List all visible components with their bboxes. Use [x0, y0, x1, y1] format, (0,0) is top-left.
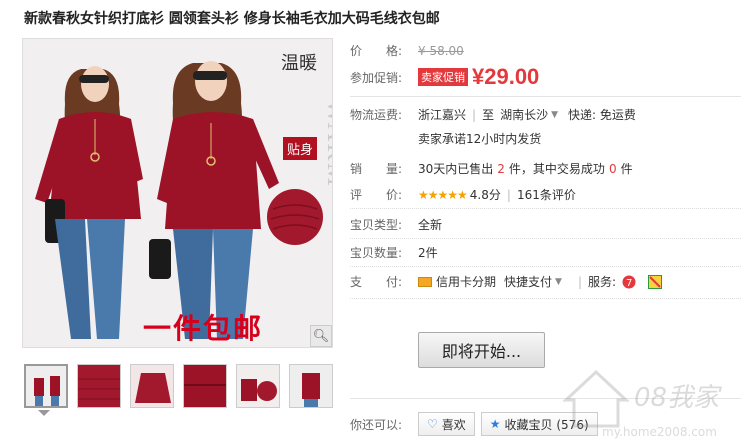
express-fee: 快递: 免运费 — [568, 108, 636, 122]
star-icon: ★ — [489, 417, 501, 431]
zoom-icon[interactable]: 🔍︎ — [310, 325, 332, 347]
thumbnail-1[interactable] — [24, 364, 68, 408]
seller-promo-tag: 卖家促销 — [418, 68, 468, 86]
thumbnail-3[interactable] — [130, 364, 174, 408]
sales-success-count: 0 — [608, 161, 617, 176]
price-row: 价 格: ¥ 58.00 — [350, 42, 464, 59]
badge-fit-text: 贴身 — [283, 137, 318, 160]
quantity-row: 宝贝数量: 2件 — [350, 244, 438, 261]
rating-label: 评 价: — [350, 188, 403, 202]
divider — [350, 208, 741, 209]
sales-row: 销 量: 30天内已售出 2 件，其中交易成功 0 件 — [350, 160, 633, 177]
main-product-image[interactable]: 温暖 贴身 WARM 一件包邮 🔍︎ — [22, 38, 333, 348]
badge-warm-en: WARM — [322, 99, 333, 188]
original-price: ¥ 58.00 — [418, 43, 464, 58]
ship-promise: 卖家承诺12小时内发货 — [418, 132, 542, 146]
quantity-value: 2件 — [418, 246, 438, 260]
divider — [350, 96, 741, 97]
site-watermark: 08我家 my.home2008.com — [536, 360, 736, 442]
guarantee-icon[interactable] — [648, 274, 663, 289]
svg-text:my.home2008.com: my.home2008.com — [602, 425, 717, 439]
free-shipping-promo: 一件包邮 — [143, 312, 264, 345]
sales-text-a: 30天内已售出 — [418, 162, 494, 176]
thumbnail-2[interactable] — [77, 364, 121, 408]
badge-warm-text: 温暖 — [281, 53, 317, 74]
thumbnail-strip — [24, 364, 333, 408]
thumbnail-6[interactable] — [289, 364, 333, 408]
sales-count: 2 — [497, 161, 505, 176]
seven-day-return-icon[interactable]: 7 — [622, 275, 636, 289]
active-thumbnail-indicator — [38, 410, 50, 416]
sales-text-b: 件，其中交易成功 — [508, 162, 605, 176]
ship-separator: | — [472, 107, 477, 122]
credit-card-icon — [418, 276, 432, 287]
ship-to-select[interactable]: 湖南长沙 — [500, 106, 548, 123]
shipping-label: 物流运费: — [350, 108, 403, 122]
payment-label: 支 付: — [350, 275, 403, 289]
svg-text:7: 7 — [626, 278, 632, 289]
divider — [350, 238, 741, 239]
quick-pay[interactable]: 快捷支付 — [504, 273, 552, 290]
rating-score: 4.8分 — [469, 188, 501, 202]
like-label: 喜欢 — [441, 417, 466, 432]
svg-text:08我家: 08我家 — [634, 383, 722, 413]
service-label: 服务: — [588, 275, 617, 289]
house-logo-icon: 08我家 my.home2008.com — [562, 369, 722, 439]
chevron-down-icon[interactable]: ▼ — [555, 277, 562, 287]
type-label: 宝贝类型: — [350, 218, 403, 232]
promo-price-row: 参加促销: 卖家促销 ¥29.00 — [350, 64, 539, 90]
divider — [350, 266, 741, 267]
divider — [350, 298, 741, 299]
like-button[interactable]: ♡ 喜欢 — [418, 412, 475, 436]
chevron-down-icon[interactable]: ▼ — [551, 110, 558, 120]
promo-label: 参加促销: — [350, 70, 403, 85]
ship-promise-row: 卖家承诺12小时内发货 — [418, 130, 541, 147]
thumbnail-4[interactable] — [183, 364, 227, 408]
reviews-link[interactable]: 161条评价 — [517, 186, 576, 203]
sales-text-c: 件 — [620, 162, 633, 176]
shipping-row: 物流运费: 浙江嘉兴 | 至 湖南长沙 ▼ 快递: 免运费 — [350, 106, 636, 123]
type-row: 宝贝类型: 全新 — [350, 216, 442, 233]
sales-label: 销 量: — [350, 162, 403, 176]
rating-separator: | — [506, 187, 511, 202]
buy-now-button[interactable]: 即将开始... — [418, 332, 545, 368]
payment-row: 支 付: 信用卡分期 快捷支付 ▼ | 服务: 7 — [350, 273, 663, 290]
thumbnail-5[interactable] — [236, 364, 280, 408]
credit-installment[interactable]: 信用卡分期 — [436, 273, 496, 290]
ship-from: 浙江嘉兴 — [418, 108, 467, 122]
promo-price: ¥29.00 — [472, 64, 540, 89]
rating-row: 评 价: ★★★★★ 4.8分 | 161条评价 — [350, 186, 576, 203]
price-label: 价 格: — [350, 44, 403, 58]
type-value: 全新 — [418, 218, 443, 232]
ship-to-prefix: 至 — [482, 108, 495, 122]
heart-icon: ♡ — [427, 417, 438, 431]
you-may-label: 你还可以: — [350, 417, 403, 432]
product-title: 新款春秋女针织打底衫 圆领套头衫 修身长袖毛衣加大码毛线衣包邮 — [24, 11, 440, 27]
payment-separator: | — [577, 274, 582, 289]
star-rating-icon: ★★★★★ — [418, 187, 468, 202]
quantity-label: 宝贝数量: — [350, 246, 403, 260]
product-photo — [23, 39, 332, 347]
